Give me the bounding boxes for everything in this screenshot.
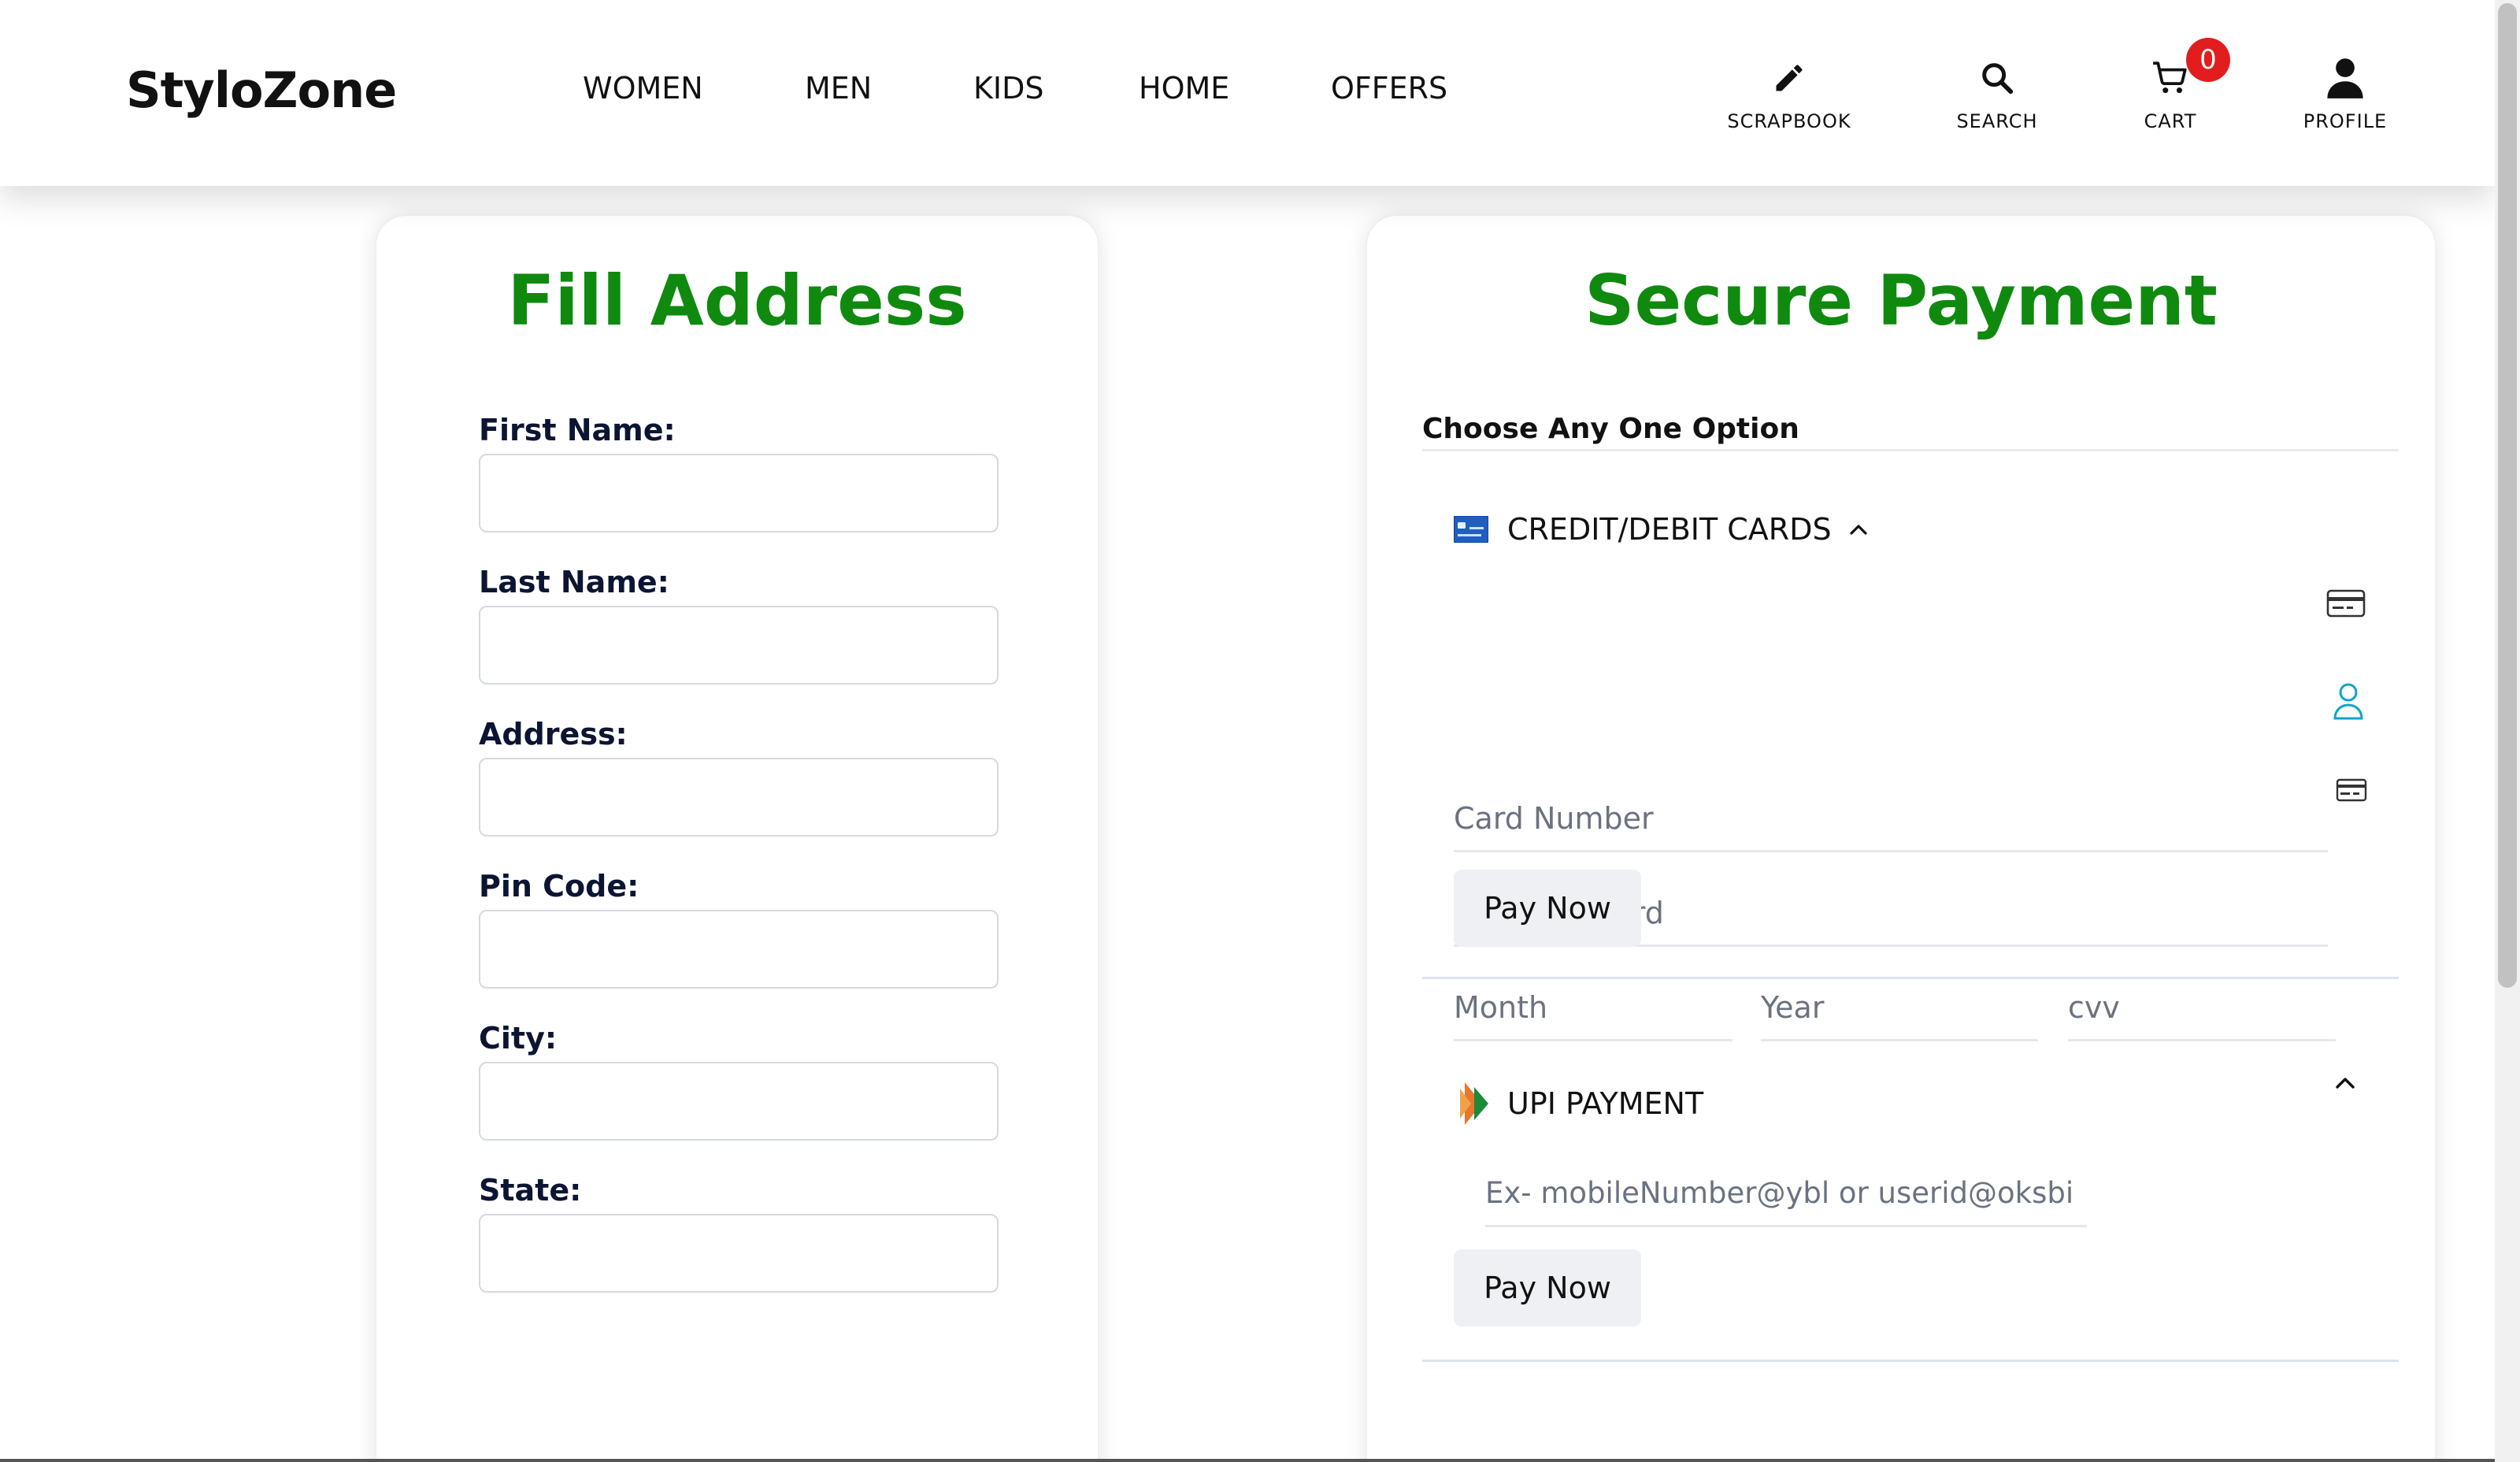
search-icon [1918, 50, 2076, 106]
cart-button[interactable]: 0 CART [2092, 38, 2249, 145]
divider [1422, 449, 2399, 451]
last-name-input[interactable] [479, 606, 999, 685]
credit-card-icon [1454, 516, 1488, 543]
address-label: Address: [479, 717, 628, 751]
pin-code-label: Pin Code: [479, 869, 639, 904]
year-input[interactable] [1761, 975, 2038, 1041]
card-number-icon [2326, 589, 2366, 621]
nav-link-kids[interactable]: KIDS [973, 71, 1044, 106]
cvv-card-icon [2336, 778, 2367, 805]
divider [1422, 977, 2399, 979]
card-section-header[interactable]: CREDIT/DEBIT CARDS [1454, 512, 1868, 547]
search-button[interactable]: SEARCH [1918, 50, 2076, 145]
address-input[interactable] [479, 758, 999, 837]
scrollbar-thumb[interactable] [2498, 3, 2517, 988]
upi-id-input[interactable] [1485, 1161, 2087, 1227]
card-pay-now-button[interactable]: Pay Now [1454, 870, 1641, 947]
cart-label: CART [2144, 110, 2197, 132]
top-navbar: StyloZone WOMEN MEN KIDS HOME OFFERS SCR… [0, 0, 2495, 186]
upi-pay-now-button[interactable]: Pay Now [1454, 1249, 1641, 1327]
chevron-up-icon[interactable] [2334, 1074, 2356, 1093]
window-bottom-edge [0, 1459, 2495, 1462]
city-label: City: [479, 1021, 558, 1056]
scrapbook-label: SCRAPBOOK [1727, 110, 1851, 132]
choose-option-label: Choose Any One Option [1422, 413, 1799, 445]
first-name-label: First Name: [479, 413, 676, 447]
month-input[interactable] [1454, 975, 1732, 1041]
state-label: State: [479, 1173, 582, 1208]
brand-logo[interactable]: StyloZone [126, 61, 397, 119]
divider [1422, 1360, 2399, 1362]
page-scrollbar[interactable] [2495, 0, 2520, 1462]
address-card: Fill Address First Name: Last Name: Addr… [375, 214, 1099, 1462]
nav-link-offers[interactable]: OFFERS [1331, 71, 1447, 106]
profile-button[interactable]: PROFILE [2266, 50, 2424, 145]
payment-card: Secure Payment Choose Any One Option CRE… [1366, 214, 2437, 1462]
address-title: Fill Address [507, 260, 967, 341]
first-name-input[interactable] [479, 454, 999, 532]
last-name-label: Last Name: [479, 565, 669, 599]
profile-label: PROFILE [2303, 110, 2388, 132]
state-input[interactable] [479, 1214, 999, 1293]
nav-link-women[interactable]: WOMEN [583, 71, 703, 106]
scrapbook-button[interactable]: SCRAPBOOK [1710, 50, 1868, 145]
search-label: SEARCH [1956, 110, 2038, 132]
payment-title: Secure Payment [1584, 260, 2218, 341]
pencil-icon [1710, 50, 1868, 106]
card-section-title: CREDIT/DEBIT CARDS [1507, 512, 1832, 547]
cart-count-badge: 0 [2186, 38, 2230, 82]
upi-section-header[interactable]: UPI PAYMENT [1454, 1082, 1703, 1125]
pin-code-input[interactable] [479, 910, 999, 989]
user-outline-icon [2333, 682, 2364, 723]
city-input[interactable] [479, 1062, 999, 1141]
user-icon [2266, 50, 2424, 106]
nav-link-men[interactable]: MEN [805, 71, 872, 106]
card-number-input[interactable] [1454, 786, 2328, 852]
cvv-input[interactable] [2068, 975, 2336, 1041]
upi-section-title: UPI PAYMENT [1507, 1086, 1704, 1121]
chevron-up-icon[interactable] [1849, 523, 1868, 536]
upi-logo-icon [1454, 1082, 1488, 1125]
nav-link-home[interactable]: HOME [1139, 71, 1229, 106]
